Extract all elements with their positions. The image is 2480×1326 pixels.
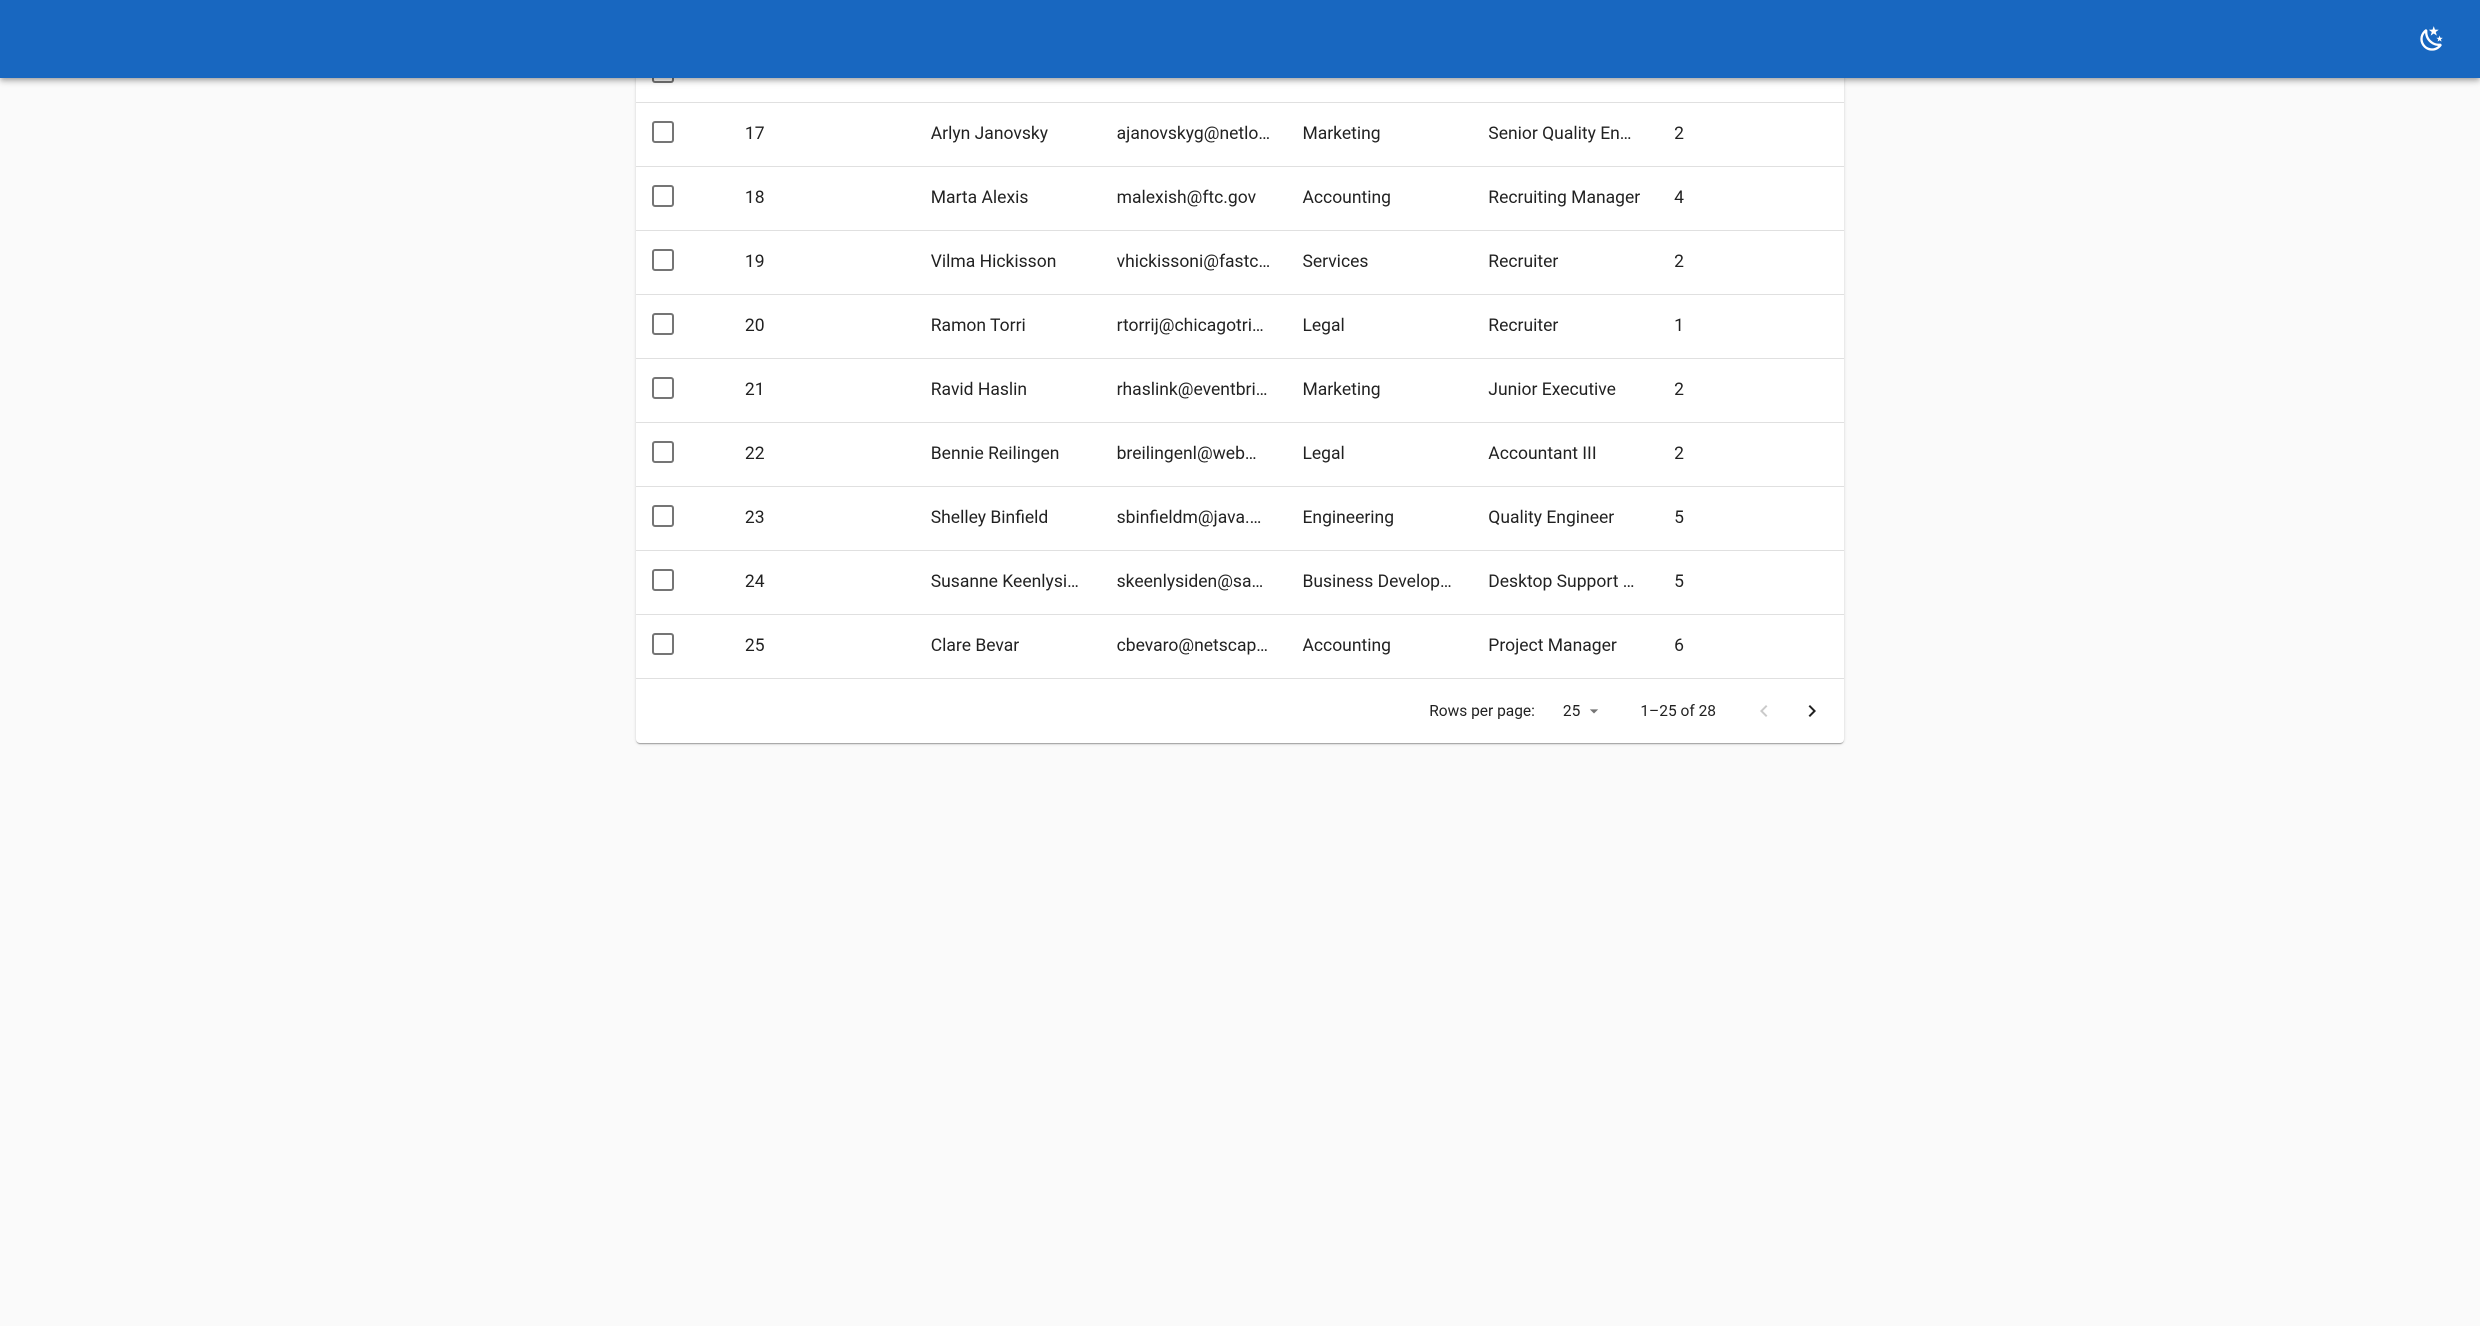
row-checkbox[interactable] <box>652 249 674 271</box>
cell-department: Services <box>1286 230 1472 294</box>
cell-department: Engineering <box>1286 486 1472 550</box>
cell-name: Vilma Hickisson <box>915 230 1101 294</box>
cell-id: 19 <box>729 230 915 294</box>
cell-experience: 2 <box>1658 230 1844 294</box>
cell-title: Recruiter <box>1472 230 1658 294</box>
row-checkbox[interactable] <box>652 569 674 591</box>
cell-email: rtorrij@chicagotribune.com <box>1101 294 1287 358</box>
rows-per-page-label: Rows per page: <box>1429 702 1535 720</box>
cell-name: Ravid Haslin <box>915 358 1101 422</box>
cell-title: Accountant III <box>1472 422 1658 486</box>
cell-email: sbinfieldm@java.com <box>1101 486 1287 550</box>
cell-experience: 4 <box>1658 166 1844 230</box>
cell-email: vhickissoni@fastcompany.com <box>1101 230 1287 294</box>
cell-experience: 5 <box>1658 486 1844 550</box>
theme-toggle-button[interactable] <box>2408 15 2456 63</box>
cell-department: Accounting <box>1286 614 1472 678</box>
next-page-button[interactable] <box>1788 687 1836 735</box>
cell-email: breilingenl@webmd.com <box>1101 422 1287 486</box>
table-row: 21Ravid Haslinrhaslink@eventbrite.comMar… <box>636 358 1844 422</box>
cell-title: Quality Engineer <box>1472 486 1658 550</box>
table-row: 22Bennie Reilingenbreilingenl@webmd.comL… <box>636 422 1844 486</box>
cell-name: Bennie Reilingen <box>915 422 1101 486</box>
cell-name: Shelley Binfield <box>915 486 1101 550</box>
cell-title: Project Manager <box>1472 614 1658 678</box>
cell-id: 17 <box>729 102 915 166</box>
table-row: 19Vilma Hickissonvhickissoni@fastcompany… <box>636 230 1844 294</box>
table-footer: Rows per page: 25 1–25 of 28 <box>636 679 1844 743</box>
cell-email: skeenlysiden@samsung.com <box>1101 550 1287 614</box>
cell-title: Desktop Support … <box>1472 550 1658 614</box>
cell-id: 21 <box>729 358 915 422</box>
data-table-card: 17Arlyn Janovskyajanovskyg@netlog.comMar… <box>636 68 1844 743</box>
cell-name: Arlyn Janovsky <box>915 102 1101 166</box>
cell-department: Legal <box>1286 294 1472 358</box>
employee-table: 17Arlyn Janovskyajanovskyg@netlog.comMar… <box>636 68 1844 679</box>
row-checkbox[interactable] <box>652 313 674 335</box>
cell-name: Clare Bevar <box>915 614 1101 678</box>
cell-experience: 2 <box>1658 422 1844 486</box>
cell-department: Legal <box>1286 422 1472 486</box>
cell-id: 18 <box>729 166 915 230</box>
cell-experience: 1 <box>1658 294 1844 358</box>
cell-id: 20 <box>729 294 915 358</box>
chevron-left-icon <box>1752 699 1776 723</box>
cell-id: 23 <box>729 486 915 550</box>
prev-page-button[interactable] <box>1740 687 1788 735</box>
cell-title: Recruiting Manager <box>1472 166 1658 230</box>
row-checkbox[interactable] <box>652 121 674 143</box>
row-checkbox[interactable] <box>652 505 674 527</box>
table-row: 24Susanne Keenlysi…skeenlysiden@samsung.… <box>636 550 1844 614</box>
cell-email: malexish@ftc.gov <box>1101 166 1287 230</box>
rows-per-page-select[interactable]: 25 <box>1563 701 1604 721</box>
row-checkbox[interactable] <box>652 185 674 207</box>
cell-id: 22 <box>729 422 915 486</box>
cell-name: Marta Alexis <box>915 166 1101 230</box>
cell-email: cbevaro@netscape.com <box>1101 614 1287 678</box>
cell-experience: 6 <box>1658 614 1844 678</box>
cell-department: Accounting <box>1286 166 1472 230</box>
table-row: 25Clare Bevarcbevaro@netscape.comAccount… <box>636 614 1844 678</box>
cell-department: Marketing <box>1286 358 1472 422</box>
rows-per-page-value: 25 <box>1563 702 1580 720</box>
cell-name: Susanne Keenlysi… <box>915 550 1101 614</box>
cell-title: Recruiter <box>1472 294 1658 358</box>
cell-title: Senior Quality En… <box>1472 102 1658 166</box>
dropdown-icon <box>1584 701 1604 721</box>
row-checkbox[interactable] <box>652 441 674 463</box>
moon-icon <box>2418 25 2446 53</box>
row-checkbox[interactable] <box>652 377 674 399</box>
table-row: 20Ramon Torrirtorrij@chicagotribune.comL… <box>636 294 1844 358</box>
pagination-range: 1–25 of 28 <box>1640 702 1716 720</box>
cell-department: Business Develop… <box>1286 550 1472 614</box>
table-row: 18Marta Alexismalexish@ftc.govAccounting… <box>636 166 1844 230</box>
table-row: 23Shelley Binfieldsbinfieldm@java.comEng… <box>636 486 1844 550</box>
app-topbar <box>0 0 2480 78</box>
cell-id: 25 <box>729 614 915 678</box>
cell-experience: 2 <box>1658 358 1844 422</box>
cell-email: ajanovskyg@netlog.com <box>1101 102 1287 166</box>
cell-title: Junior Executive <box>1472 358 1658 422</box>
cell-department: Marketing <box>1286 102 1472 166</box>
table-row: 17Arlyn Janovskyajanovskyg@netlog.comMar… <box>636 102 1844 166</box>
cell-id: 24 <box>729 550 915 614</box>
cell-email: rhaslink@eventbrite.com <box>1101 358 1287 422</box>
cell-experience: 2 <box>1658 102 1844 166</box>
cell-name: Ramon Torri <box>915 294 1101 358</box>
cell-experience: 5 <box>1658 550 1844 614</box>
chevron-right-icon <box>1800 699 1824 723</box>
row-checkbox[interactable] <box>652 633 674 655</box>
